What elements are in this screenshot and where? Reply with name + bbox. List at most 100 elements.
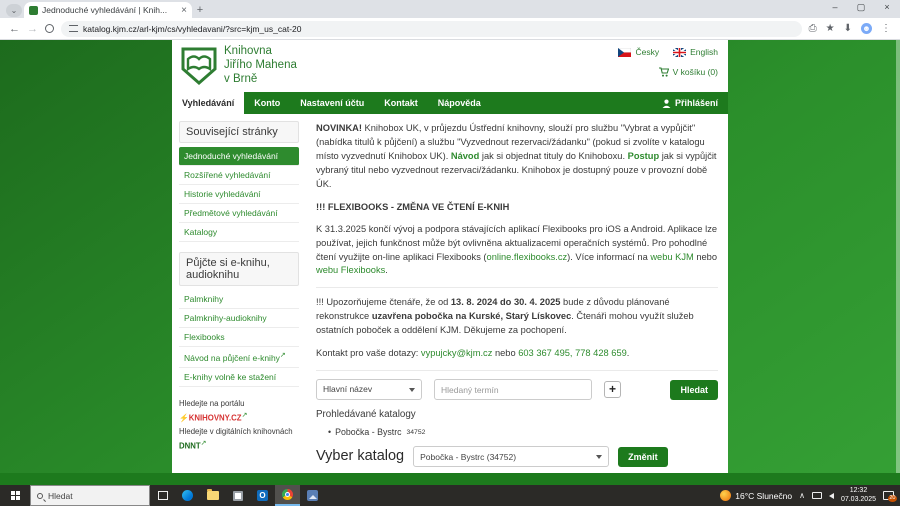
news-paragraph-knihobox: NOVINKA! Knihobox UK, v průjezdu Ústředn… xyxy=(316,122,718,192)
task-view-button[interactable] xyxy=(150,485,175,506)
navod-link[interactable]: Návod xyxy=(451,151,479,161)
tab-search-button[interactable]: ⌄ xyxy=(6,4,22,17)
web-flexibooks-link[interactable]: webu Flexibooks xyxy=(316,265,385,275)
portal-dnnt-link[interactable]: Hledejte v digitálních knihovnách DNNT↗ xyxy=(179,425,299,453)
sidebar-item-palmknihy[interactable]: Palmknihy xyxy=(179,290,299,309)
sidebar-item-flexibooks[interactable]: Flexibooks xyxy=(179,328,299,347)
back-button[interactable]: ← xyxy=(9,23,20,35)
content-container: Knihovna Jiřího Mahena v Brně Česky xyxy=(172,40,728,473)
sidebar-item-eknihy-stazeni[interactable]: E-knihy volně ke stažení xyxy=(179,368,299,387)
sidebar-list-ebooks: Palmknihy Palmknihy-audioknihy Flexibook… xyxy=(179,290,299,387)
send-to-device-icon[interactable]: ⎙ xyxy=(809,23,817,34)
site-favicon-icon xyxy=(29,6,38,15)
speaker-icon[interactable] xyxy=(829,493,834,499)
page-body: Související stránky Jednoduché vyhledává… xyxy=(172,114,728,473)
lang-english-link[interactable]: English xyxy=(673,47,718,57)
taskbar-search[interactable]: Hledat xyxy=(30,485,150,506)
portal-knihovny-link[interactable]: Hledejte na portálu ⚡KNIHOVNY.CZ↗ xyxy=(179,397,299,425)
taskbar-app-photos[interactable] xyxy=(300,485,325,506)
knihovny-logo-icon: ⚡ xyxy=(179,414,189,423)
window-close-button[interactable]: × xyxy=(874,0,900,14)
notification-badge: 20 xyxy=(888,495,897,502)
new-tab-button[interactable]: + xyxy=(192,4,208,16)
czech-flag-icon xyxy=(618,48,631,57)
sidebar-item-predmetove[interactable]: Předmětové vyhledávání xyxy=(179,204,299,223)
sidebar-item-navod-epujceni[interactable]: Návod na půjčení e-knihy↗ xyxy=(179,347,299,368)
cart-icon xyxy=(658,67,669,77)
catalog-select-row: Vyber katalog Pobočka - Bystrc (34752) Z… xyxy=(316,446,718,468)
tray-expand-chevron[interactable]: ∧ xyxy=(799,491,805,500)
taskbar-app-chrome[interactable] xyxy=(275,485,300,506)
sidebar-item-historie[interactable]: Historie vyhledávání xyxy=(179,185,299,204)
toolbar-icons: ⎙ ★ ⬇ ☻ ⋮ xyxy=(809,23,891,34)
window-maximize-button[interactable]: ▢ xyxy=(848,0,874,14)
external-link-icon: ↗ xyxy=(280,352,286,359)
nav-tab-nastaveni-uctu[interactable]: Nastavení účtu xyxy=(290,92,374,114)
taskbar-app-outlook[interactable]: O xyxy=(250,485,275,506)
taskbar-app-edge[interactable] xyxy=(175,485,200,506)
search-icon xyxy=(37,493,43,499)
site-settings-icon[interactable] xyxy=(69,25,78,32)
uk-flag-icon xyxy=(673,48,686,57)
sidebar-item-katalogy[interactable]: Katalogy xyxy=(179,223,299,242)
notification-center-icon[interactable]: 20 xyxy=(883,491,894,500)
bookmark-star-icon[interactable]: ★ xyxy=(826,23,835,34)
nav-tab-vyhledavani[interactable]: Vyhledávání xyxy=(172,92,244,114)
tab-close-icon[interactable]: × xyxy=(181,5,187,16)
language-switcher: Česky English xyxy=(618,47,718,57)
login-button[interactable]: Přihlášení xyxy=(652,92,728,114)
online-flexibooks-link[interactable]: online.flexibooks.cz xyxy=(487,252,568,262)
browser-toolbar: ← → katalog.kjm.cz/arl-kjm/cs/vyhledavan… xyxy=(0,18,900,40)
contact-email-link[interactable]: vypujcky@kjm.cz xyxy=(421,348,492,358)
sun-icon xyxy=(720,490,731,501)
nav-tab-kontakt[interactable]: Kontakt xyxy=(374,92,428,114)
system-tray: 16°C Slunečno ∧ 12:32 07.03.2025 20 xyxy=(720,485,900,506)
searched-catalog-item: •Pobočka - Bystrc 34752 xyxy=(316,426,718,439)
library-logo-icon xyxy=(180,46,218,86)
sidebar-item-jednoduche[interactable]: Jednoduché vyhledávání xyxy=(179,147,299,166)
window-minimize-button[interactable]: – xyxy=(822,0,848,14)
windows-logo-icon xyxy=(11,491,20,500)
external-link-icon: ↗ xyxy=(201,440,207,447)
change-catalog-button[interactable]: Změnit xyxy=(618,447,668,467)
reconstruction-paragraph: !!! Upozorňujeme čtenáře, že od 13. 8. 2… xyxy=(316,287,718,338)
weather-widget[interactable]: 16°C Slunečno xyxy=(720,490,792,501)
window-controls: – ▢ × xyxy=(822,0,900,14)
address-bar[interactable]: katalog.kjm.cz/arl-kjm/cs/vyhledavani/?s… xyxy=(61,21,802,37)
sidebar-item-palmknihy-audio[interactable]: Palmknihy-audioknihy xyxy=(179,309,299,328)
download-icon[interactable]: ⬇ xyxy=(844,23,852,34)
profile-avatar[interactable]: ☻ xyxy=(861,23,872,34)
search-term-input[interactable] xyxy=(434,379,592,400)
catalog-select[interactable]: Pobočka - Bystrc (34752) xyxy=(413,446,609,467)
screen: ⌄ Jednoduché vyhledávání | Knih... × + –… xyxy=(0,0,900,506)
reload-button[interactable] xyxy=(45,24,54,33)
nav-tab-napoveda[interactable]: Nápověda xyxy=(428,92,491,114)
menu-kebab-icon[interactable]: ⋮ xyxy=(881,23,891,34)
contact-paragraph: Kontakt pro vaše dotazy: vypujcky@kjm.cz… xyxy=(316,347,718,361)
cart-link[interactable]: V košíku (0) xyxy=(658,67,718,77)
sidebar-item-rozsirene[interactable]: Rozšířené vyhledávání xyxy=(179,166,299,185)
taskbar-app-store[interactable] xyxy=(225,485,250,506)
search-submit-button[interactable]: Hledat xyxy=(670,380,718,400)
browser-tab[interactable]: Jednoduché vyhledávání | Knih... × xyxy=(24,2,192,18)
task-view-icon xyxy=(158,491,168,500)
chevron-down-icon xyxy=(596,455,602,459)
add-search-row-button[interactable]: + xyxy=(604,381,621,398)
flexibooks-heading: !!! FLEXIBOOKS - ZMĚNA VE ČTENÍ E-KNIH xyxy=(316,201,718,215)
nav-tab-konto[interactable]: Konto xyxy=(244,92,290,114)
page-scrollbar[interactable] xyxy=(896,40,900,485)
site-header: Knihovna Jiřího Mahena v Brně Česky xyxy=(172,40,728,92)
sidebar: Související stránky Jednoduché vyhledává… xyxy=(172,114,304,473)
taskbar-app-explorer[interactable] xyxy=(200,485,225,506)
search-field-select[interactable]: Hlavní název xyxy=(316,379,422,400)
postup-link[interactable]: Postup xyxy=(628,151,660,161)
portal-links: Hledejte na portálu ⚡KNIHOVNY.CZ↗ Hledej… xyxy=(179,397,299,453)
web-kjm-link[interactable]: webu KJM xyxy=(650,252,693,262)
forward-button[interactable]: → xyxy=(27,23,38,35)
network-icon[interactable] xyxy=(812,492,822,499)
start-button[interactable] xyxy=(0,485,30,506)
contact-phone-link[interactable]: 603 367 495, 778 428 659 xyxy=(518,348,627,358)
lang-czech-link[interactable]: Česky xyxy=(618,47,659,57)
taskbar-clock[interactable]: 12:32 07.03.2025 xyxy=(841,487,876,505)
url-text: katalog.kjm.cz/arl-kjm/cs/vyhledavani/?s… xyxy=(83,24,301,34)
